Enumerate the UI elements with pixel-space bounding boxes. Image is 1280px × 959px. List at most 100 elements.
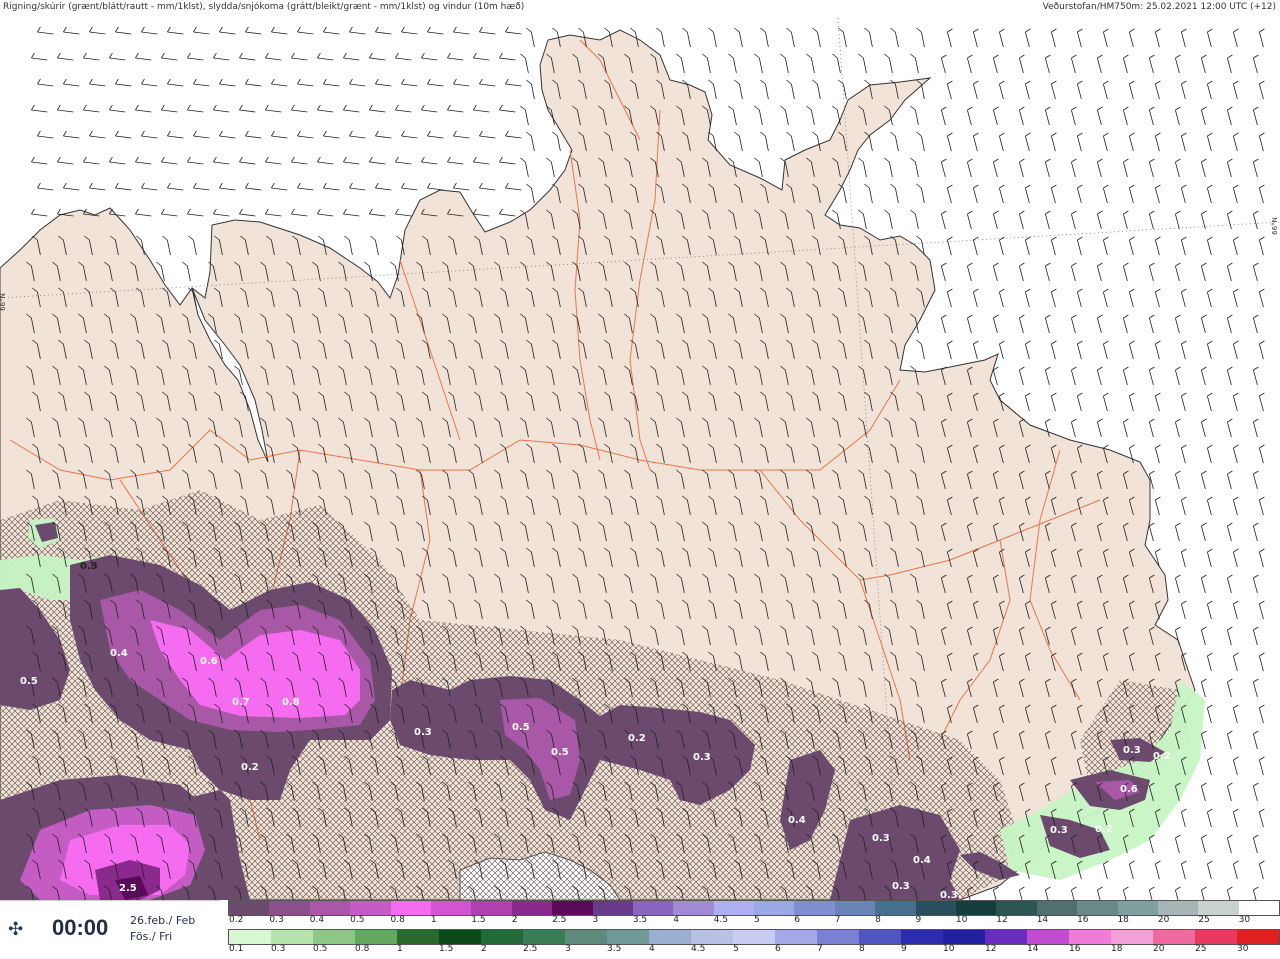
wind-barb xyxy=(1258,340,1265,360)
wind-barb xyxy=(1206,756,1213,776)
wind-barb xyxy=(1226,626,1233,646)
wind-barb xyxy=(167,78,184,87)
legend-swatch xyxy=(1157,901,1199,915)
wind-barb xyxy=(1200,314,1207,334)
wind-barb xyxy=(1200,106,1207,126)
wind-barb xyxy=(447,52,464,61)
legend-swatch xyxy=(430,901,472,915)
wind-barb xyxy=(1180,860,1187,880)
wind-barb xyxy=(1200,678,1207,698)
wind-barb xyxy=(31,104,48,113)
wind-barb xyxy=(1206,496,1213,516)
wind-barb xyxy=(916,183,925,204)
wind-barb xyxy=(1128,80,1135,100)
legend-label: 7 xyxy=(834,915,841,925)
wind-barb xyxy=(992,886,999,900)
wind-barb xyxy=(1200,522,1207,542)
wind-barb xyxy=(213,52,230,61)
legend-label: 0.8 xyxy=(355,944,370,954)
wind-barb xyxy=(1226,834,1233,854)
legend-label: 6 xyxy=(794,915,801,925)
wind-barb xyxy=(57,156,74,165)
wind-barb xyxy=(992,210,999,230)
precip-label: 0.3 xyxy=(940,890,958,900)
wind-barb xyxy=(1050,236,1057,256)
wind-barb xyxy=(1200,418,1207,438)
legend-label: 3.5 xyxy=(607,944,622,954)
legend-label: 4.5 xyxy=(691,944,706,954)
wind-barb xyxy=(167,182,184,191)
legend-swatch xyxy=(481,930,523,944)
wind-barb xyxy=(1128,392,1135,412)
wind-barb xyxy=(1200,262,1207,282)
legend-label: 0.5 xyxy=(313,944,328,954)
wind-barb xyxy=(271,26,288,35)
wind-barb xyxy=(1044,106,1051,126)
wind-barb xyxy=(1232,704,1239,724)
wind-barb xyxy=(1024,80,1031,100)
wind-barb xyxy=(162,235,171,256)
wind-barb xyxy=(31,156,48,165)
wind-barb xyxy=(1154,392,1161,412)
wind-barb xyxy=(1232,28,1239,48)
wind-barb xyxy=(1154,184,1161,204)
wind-barb xyxy=(1076,288,1083,308)
legend-label: 8 xyxy=(859,944,865,954)
wind-barb xyxy=(1102,236,1109,256)
wind-barb xyxy=(1050,392,1057,412)
wind-barb xyxy=(1252,210,1259,230)
wind-barb xyxy=(37,78,54,87)
legend-label: 18 xyxy=(1117,915,1129,925)
wind-barb xyxy=(1102,184,1109,204)
wind-barb xyxy=(708,27,717,48)
wind-barb xyxy=(161,208,178,217)
wind-barb xyxy=(1024,28,1031,48)
wind-barb xyxy=(754,157,763,178)
wind-barb xyxy=(141,26,158,35)
wind-barb xyxy=(1258,548,1265,568)
wind-barb xyxy=(245,182,262,191)
wind-barb xyxy=(656,27,665,48)
weather-map[interactable]: 0.5 0.3 0.4 0.6 0.7 0.8 0.2 0.3 0.5 0.5 … xyxy=(0,14,1280,900)
wind-barb xyxy=(1128,184,1135,204)
wind-barb xyxy=(1200,366,1207,386)
wind-barb xyxy=(1148,262,1155,282)
wind-barb xyxy=(63,78,80,87)
wind-barb xyxy=(1180,236,1187,256)
legend-label: 0.3 xyxy=(271,944,286,954)
legend-label: 2.5 xyxy=(552,915,567,925)
wind-barb xyxy=(187,156,204,165)
legend-swatch xyxy=(511,901,553,915)
wind-barb xyxy=(401,182,418,191)
legend-swatch xyxy=(875,901,916,915)
wind-barb xyxy=(499,208,516,217)
wind-barb xyxy=(1200,834,1207,854)
wind-barb xyxy=(940,106,947,126)
wind-barb xyxy=(453,78,470,87)
wind-barb xyxy=(1128,860,1135,880)
legend-swatch xyxy=(713,901,755,915)
wind-barb xyxy=(992,314,999,334)
wind-barb xyxy=(1180,28,1187,48)
legend-label: 0.1 xyxy=(229,944,244,954)
legend-label: 0.8 xyxy=(390,915,405,925)
precip-label: 0.6 xyxy=(200,656,218,667)
wind-barb xyxy=(1174,418,1181,438)
legend-label: 1 xyxy=(430,915,437,925)
wind-barb xyxy=(369,52,386,61)
legend-swatch xyxy=(1238,901,1280,915)
wind-barb xyxy=(760,79,769,100)
wind-barb xyxy=(1258,28,1265,48)
wind-barb xyxy=(401,130,418,139)
wind-barb xyxy=(1232,860,1239,880)
time-panel[interactable]: ✣ 00:00 26.feb./ Feb Fös./ Fri xyxy=(0,900,220,959)
wind-barb xyxy=(323,130,340,139)
legend-label: 9 xyxy=(915,915,922,925)
wind-barb xyxy=(1180,288,1187,308)
wind-barb xyxy=(708,79,717,100)
legend-swatch xyxy=(794,901,835,915)
legend-swatch xyxy=(915,901,957,915)
wind-barb xyxy=(1128,28,1135,48)
precip-label: 0.5 xyxy=(551,747,569,758)
wind-barb xyxy=(1102,392,1109,412)
